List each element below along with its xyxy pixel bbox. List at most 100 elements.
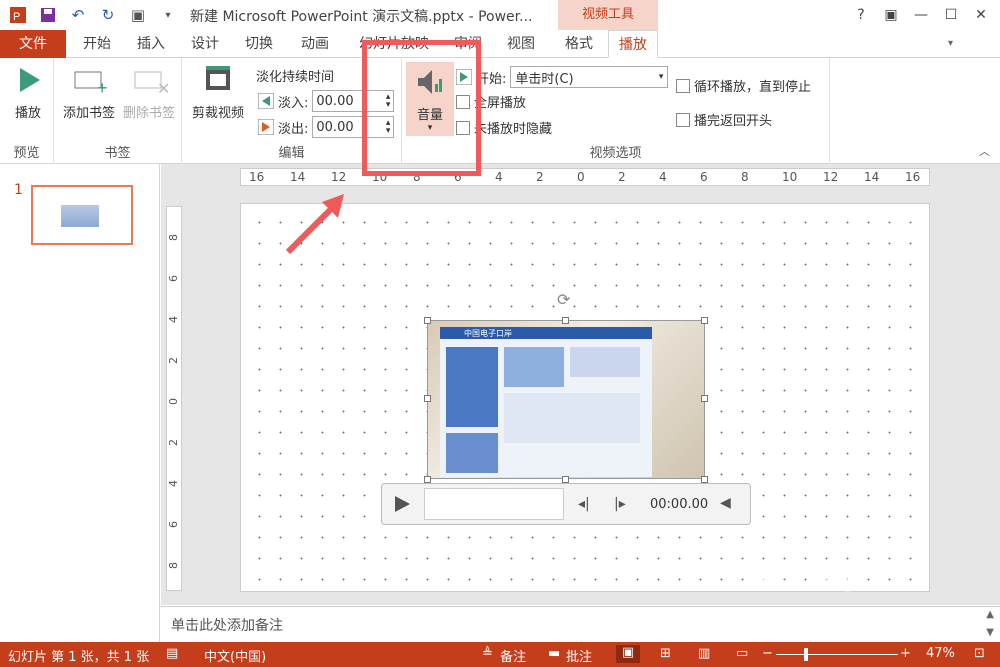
resize-handle[interactable]: [424, 476, 431, 483]
maximize-icon[interactable]: ☐: [936, 4, 966, 26]
video-tools-context: 视频工具: [558, 0, 658, 30]
minimize-icon[interactable]: —: [906, 4, 936, 26]
tab-home[interactable]: 开始: [74, 30, 120, 58]
svg-text:P: P: [13, 11, 20, 23]
notes-placeholder: 单击此处添加备注: [171, 618, 283, 634]
ruler-tick-label: 6: [167, 521, 180, 528]
ribbon-tab-bar: 文件 开始 插入 设计 切换 动画 幻灯片放映 审阅 视图 格式 播放 ▾: [0, 30, 1000, 88]
tab-design[interactable]: 设计: [182, 30, 228, 58]
resize-handle[interactable]: [701, 395, 708, 402]
ruler-tick-label: 6: [700, 170, 708, 184]
tab-transitions[interactable]: 切换: [236, 30, 282, 58]
ruler-tick-label: 0: [167, 398, 180, 405]
video-object[interactable]: 中国电子口岸: [427, 320, 705, 479]
resize-handle[interactable]: [701, 317, 708, 324]
remove-bookmark-button[interactable]: ✕ 删除书签: [118, 64, 180, 121]
quick-access-toolbar: P ↶ ↻ ▣ ▾: [8, 5, 178, 25]
start-dropdown[interactable]: 单击时(C) ▾: [510, 66, 669, 88]
rewind-row[interactable]: 播完返回开头: [676, 110, 772, 129]
language-status[interactable]: 中文(中国): [204, 646, 266, 665]
annotation-arrow-icon: [285, 194, 344, 255]
slide-thumbnail[interactable]: [31, 185, 133, 245]
ruler-tick-label: 2: [536, 170, 544, 184]
slide-info: 幻灯片 第 1 张，共 1 张: [8, 650, 150, 665]
player-timeline[interactable]: [424, 488, 564, 520]
media-player-controls: ◂| |▸ 00:00.00 ◀: [381, 483, 751, 525]
powerpoint-logo-icon: P: [8, 5, 28, 25]
zoom-in-icon[interactable]: +: [900, 646, 911, 661]
save-icon[interactable]: [38, 5, 58, 25]
zoom-slider-thumb[interactable]: [804, 648, 808, 661]
ruler-tick-label: 4: [495, 170, 503, 184]
tab-insert[interactable]: 插入: [128, 30, 174, 58]
svg-text:+: +: [97, 78, 108, 96]
customize-qat-icon[interactable]: ▾: [158, 5, 178, 25]
notes-toggle[interactable]: 备注: [500, 646, 526, 665]
resize-handle[interactable]: [562, 476, 569, 483]
account-dropdown-icon[interactable]: ▾: [948, 38, 953, 49]
player-back-icon[interactable]: ◂|: [578, 496, 590, 512]
ribbon-display-icon[interactable]: ▣: [876, 4, 906, 26]
fit-slide-icon[interactable]: ⊡: [974, 646, 985, 661]
resize-handle[interactable]: [424, 395, 431, 402]
ruler-tick-label: 4: [659, 170, 667, 184]
zoom-slider[interactable]: [776, 654, 898, 655]
loop-checkbox[interactable]: [676, 78, 690, 93]
reading-view-icon[interactable]: ▥: [698, 646, 710, 661]
play-button-label: 播放: [14, 106, 41, 121]
start-row: 开始: 单击时(C) ▾: [456, 66, 669, 88]
trim-video-label: 剪裁视频: [191, 106, 244, 121]
trim-video-button[interactable]: 剪裁视频: [188, 64, 248, 121]
chevron-down-icon: ▾: [658, 72, 664, 82]
tab-playback[interactable]: 播放: [608, 30, 658, 58]
player-forward-icon[interactable]: |▸: [614, 496, 626, 512]
thumbnail-video-image: [61, 205, 99, 227]
presenter-icon[interactable]: ▣: [128, 5, 148, 25]
comments-toggle[interactable]: 批注: [566, 646, 592, 665]
title-bar: P ↶ ↻ ▣ ▾ 新建 Microsoft PowerPoint 演示文稿.p…: [0, 0, 1000, 30]
loop-row[interactable]: 循环播放，直到停止: [676, 76, 811, 95]
window-title: 新建 Microsoft PowerPoint 演示文稿.pptx - Powe…: [190, 9, 533, 25]
resize-handle[interactable]: [562, 317, 569, 324]
tab-view[interactable]: 视图: [500, 30, 542, 58]
tab-animations[interactable]: 动画: [290, 30, 340, 58]
slideshow-view-icon[interactable]: ▭: [736, 646, 748, 661]
resize-handle[interactable]: [424, 317, 431, 324]
ruler-tick-label: 0: [577, 170, 585, 184]
watermark-url: jingyan.baidu.com: [768, 626, 888, 641]
redo-icon[interactable]: ↻: [98, 5, 118, 25]
resize-handle[interactable]: [701, 476, 708, 483]
spellcheck-icon[interactable]: ▤: [166, 646, 178, 661]
ruler-tick-label: 10: [782, 170, 798, 184]
ruler-tick-label: 8: [167, 562, 180, 569]
add-bookmark-label: 添加书签: [62, 106, 115, 121]
slide-sorter-icon[interactable]: ⊞: [660, 646, 671, 661]
tab-file[interactable]: 文件: [0, 30, 66, 58]
player-play-icon[interactable]: [392, 494, 412, 518]
help-icon[interactable]: ?: [846, 4, 876, 26]
scroll-down-icon[interactable]: ▼: [986, 627, 994, 638]
ruler-tick-label: 16: [249, 170, 265, 184]
add-bookmark-button[interactable]: + 添加书签: [58, 64, 120, 121]
collapse-ribbon-icon[interactable]: ︿: [979, 143, 990, 159]
player-volume-icon[interactable]: ◀: [720, 495, 731, 511]
trim-video-icon: [202, 64, 234, 96]
group-bookmarks-label: 书签: [104, 146, 131, 161]
ruler-tick-label: 2: [167, 357, 180, 364]
video-frame-image: 中国电子口岸: [440, 327, 652, 477]
undo-icon[interactable]: ↶: [68, 5, 88, 25]
play-icon: [12, 64, 44, 96]
zoom-level[interactable]: 47%: [926, 646, 955, 661]
scroll-up-icon[interactable]: ▲: [986, 609, 994, 620]
play-button[interactable]: 播放: [8, 64, 48, 121]
normal-view-icon[interactable]: ▣: [616, 645, 640, 663]
loop-label: 循环播放，直到停止: [694, 80, 812, 95]
fade-in-icon: [258, 93, 274, 109]
tab-format[interactable]: 格式: [558, 30, 600, 58]
fade-in-value: 00.00: [316, 93, 354, 109]
group-bookmarks: + 添加书签 ✕ 删除书签 书签: [54, 58, 182, 164]
rewind-checkbox[interactable]: [676, 112, 690, 127]
zoom-out-icon[interactable]: −: [762, 646, 773, 661]
close-icon[interactable]: ✕: [966, 4, 996, 26]
rotate-handle-icon[interactable]: ⟳: [557, 290, 570, 309]
